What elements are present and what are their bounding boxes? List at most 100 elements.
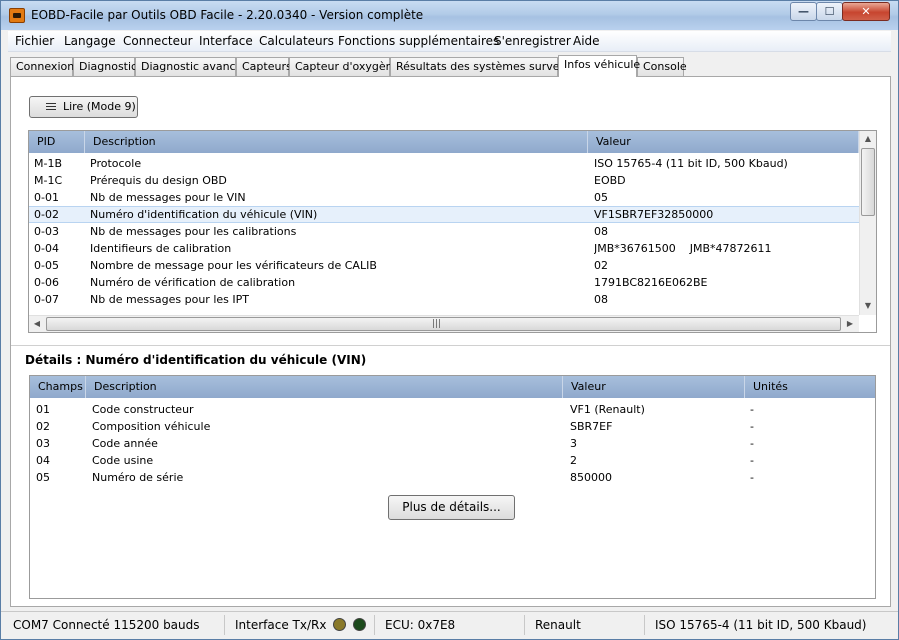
column-header-pid[interactable]: PID — [29, 131, 85, 153]
pid-cell: 0-02 — [34, 208, 59, 221]
panel-divider — [11, 345, 890, 346]
table-row[interactable]: 0-03 Nb de messages pour les calibration… — [29, 223, 859, 240]
value-cell: 05 — [594, 191, 608, 204]
unit-cell: - — [750, 403, 754, 416]
horizontal-scroll-thumb[interactable]: ||| — [46, 317, 841, 331]
column-header-valeur[interactable]: Valeur — [563, 376, 745, 398]
status-interface: Interface Tx/Rx — [235, 615, 375, 635]
pid-cell: M-1B — [34, 157, 63, 170]
scroll-right-icon[interactable]: ▶ — [842, 316, 858, 332]
value-cell: SBR7EF — [570, 420, 613, 433]
status-connection: COM7 Connecté 115200 bauds — [13, 615, 225, 635]
column-header-champs[interactable]: Champs — [30, 376, 86, 398]
description-cell: Nombre de message pour les vérificateurs… — [90, 259, 377, 272]
tab-diagnostic[interactable]: Diagnostic — [73, 57, 137, 76]
description-cell: Nb de messages pour les calibrations — [90, 225, 297, 238]
table-row[interactable]: M-1C Prérequis du design OBD EOBD — [29, 172, 859, 189]
menu-senregistrer[interactable]: S'enregistrer — [494, 34, 571, 48]
description-cell: Protocole — [90, 157, 142, 170]
description-cell: Numéro d'identification du véhicule (VIN… — [90, 208, 318, 221]
status-ecu: ECU: 0x7E8 — [385, 615, 525, 635]
scroll-down-icon[interactable]: ▼ — [860, 298, 876, 314]
table-row[interactable]: 0-04 Identifieurs de calibration JMB*367… — [29, 240, 859, 257]
value-cell: ISO 15765-4 (11 bit ID, 500 Kbaud) — [594, 157, 788, 170]
tab-diagnostic-avance[interactable]: Diagnostic avancé — [135, 57, 242, 76]
table-row-selected[interactable]: 0-02 Numéro d'identification du véhicule… — [29, 206, 859, 223]
maximize-button[interactable]: ☐ — [816, 2, 843, 21]
menu-fichier[interactable]: Fichier — [15, 34, 54, 48]
tab-console[interactable]: Console — [637, 57, 687, 76]
pid-cell: 0-01 — [34, 191, 59, 204]
unit-cell: - — [750, 454, 754, 467]
menu-calculateurs[interactable]: Calculateurs — [259, 34, 334, 48]
title-bar[interactable]: EOBD-Facile par Outils OBD Facile - 2.20… — [1, 1, 898, 30]
table-row[interactable]: 01 Code constructeur VF1 (Renault) - — [30, 401, 875, 418]
rx-led-icon — [353, 618, 367, 631]
table-row[interactable]: 02 Composition véhicule SBR7EF - — [30, 418, 875, 435]
table-row[interactable]: M-1B Protocole ISO 15765-4 (11 bit ID, 5… — [29, 155, 859, 172]
pid-table-vertical-scrollbar[interactable]: ▲ ▼ — [859, 131, 876, 315]
menu-langage[interactable]: Langage — [64, 34, 116, 48]
car-engine-icon — [9, 8, 25, 23]
description-cell: Composition véhicule — [92, 420, 211, 433]
description-cell: Prérequis du design OBD — [90, 174, 227, 187]
value-cell: 2 — [570, 454, 577, 467]
menu-connecteur[interactable]: Connecteur — [123, 34, 193, 48]
tab-capteur-oxygene[interactable]: Capteur d'oxygène — [289, 57, 399, 76]
table-row[interactable]: 03 Code année 3 - — [30, 435, 875, 452]
details-title: Détails : Numéro d'identification du véh… — [25, 353, 367, 367]
description-cell: Nb de messages pour les IPT — [90, 293, 249, 306]
tab-capteurs[interactable]: Capteurs — [236, 57, 292, 76]
column-header-description[interactable]: Description — [85, 131, 588, 153]
pid-cell: M-1C — [34, 174, 63, 187]
scroll-left-icon[interactable]: ◀ — [29, 316, 45, 332]
value-cell: VF1 (Renault) — [570, 403, 645, 416]
pid-cell: 0-06 — [34, 276, 59, 289]
value-cell: VF1SBR7EF32850000 — [594, 208, 714, 221]
status-make: Renault — [535, 615, 645, 635]
tab-infos-vehicule[interactable]: Infos véhicule — [558, 55, 640, 77]
value-cell: 3 — [570, 437, 577, 450]
champ-cell: 04 — [36, 454, 50, 467]
table-row[interactable]: 0-05 Nombre de message pour les vérifica… — [29, 257, 859, 274]
read-mode9-button[interactable]: Lire (Mode 9) — [29, 96, 138, 118]
pid-table-horizontal-scrollbar[interactable]: ◀ ||| ▶ — [29, 315, 859, 332]
table-row[interactable]: 0-07 Nb de messages pour les IPT 08 — [29, 291, 859, 308]
close-button[interactable]: ✕ — [842, 2, 890, 21]
tab-strip: Connexion Diagnostic Diagnostic avancé C… — [10, 55, 890, 77]
read-mode9-label: Lire (Mode 9) — [63, 100, 136, 113]
more-details-button[interactable]: Plus de détails... — [388, 495, 515, 520]
tab-resultats-systemes[interactable]: Résultats des systèmes surveillés — [390, 57, 581, 76]
pid-cell: 0-05 — [34, 259, 59, 272]
champ-cell: 02 — [36, 420, 50, 433]
scroll-up-icon[interactable]: ▲ — [860, 131, 876, 147]
menu-aide[interactable]: Aide — [573, 34, 600, 48]
list-icon — [46, 103, 56, 110]
description-cell: Identifieurs de calibration — [90, 242, 232, 255]
champ-cell: 05 — [36, 471, 50, 484]
value-cell: 850000 — [570, 471, 612, 484]
unit-cell: - — [750, 471, 754, 484]
table-row[interactable]: 0-01 Nb de messages pour le VIN 05 — [29, 189, 859, 206]
menu-interface[interactable]: Interface — [199, 34, 253, 48]
table-row[interactable]: 04 Code usine 2 - — [30, 452, 875, 469]
vertical-scroll-thumb[interactable] — [861, 148, 875, 216]
table-row[interactable]: 0-06 Numéro de vérification de calibrati… — [29, 274, 859, 291]
window-title: EOBD-Facile par Outils OBD Facile - 2.20… — [31, 8, 424, 22]
column-header-description[interactable]: Description — [86, 376, 563, 398]
pid-cell: 0-03 — [34, 225, 59, 238]
grip-icon: ||| — [432, 319, 442, 329]
menu-fonctions-supplementaires[interactable]: Fonctions supplémentaires — [338, 34, 499, 48]
tx-led-icon — [333, 618, 347, 631]
menu-bar: Fichier Langage Connecteur Interface Cal… — [8, 31, 891, 52]
description-cell: Code constructeur — [92, 403, 194, 416]
infos-vehicule-panel: Lire (Mode 9) PID Description Valeur M-1… — [10, 76, 891, 607]
column-header-unites[interactable]: Unités — [745, 376, 875, 398]
details-table-header: Champs Description Valeur Unités — [30, 376, 875, 398]
column-header-valeur[interactable]: Valeur — [588, 131, 859, 153]
status-bar: COM7 Connecté 115200 bauds Interface Tx/… — [1, 611, 898, 639]
minimize-button[interactable]: — — [790, 2, 817, 21]
pid-cell: 0-07 — [34, 293, 59, 306]
table-row[interactable]: 05 Numéro de série 850000 - — [30, 469, 875, 486]
tab-connexion[interactable]: Connexion — [10, 57, 74, 76]
